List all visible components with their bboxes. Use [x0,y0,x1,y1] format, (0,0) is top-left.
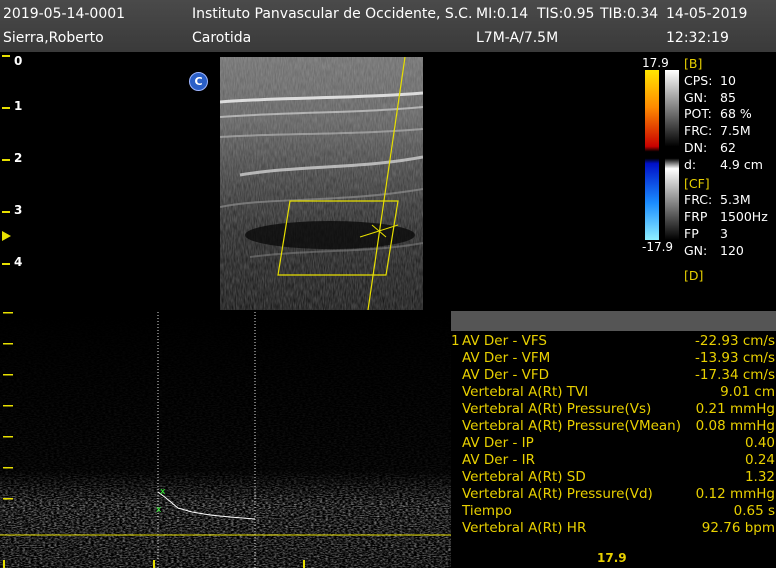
color-velocity-bar [645,70,659,240]
measurement-header-strip [451,311,776,331]
tib-value: TIB:0.34 [600,6,659,22]
bmode-image[interactable] [220,57,423,310]
param-key: POT: [684,106,712,122]
gray-scale-bar [665,70,679,240]
measurement-label: AV Der - VFD [462,367,549,383]
measurement-row: AV Der - IR 0.24 [449,452,776,469]
parameter-panel: [B] CPS: 10 GN: 85 POT: 68 % FRC: 7.5M DN: 62… [684,56,768,284]
param-key: FRP [684,209,708,225]
colorbar-min: -17.9 [642,240,674,254]
measurement-value: 0.40 [744,435,775,451]
measurement-row: Vertebral A(Rt) Pressure(Vd) 0.12 mmHg [449,486,776,503]
measurement-value: -17.34 cm/s [695,367,775,383]
param-value: 1500Hz [720,209,768,225]
measurement-results: 1 AV Der - VFS -22.93 cm/s AV Der - VFM -13… [449,333,776,537]
measurement-row: Vertebral A(Rt) TVI 9.01 cm [449,384,776,401]
measurement-label: Vertebral A(Rt) Pressure(Vd) [462,486,653,502]
colorbar-max: 17.9 [642,56,669,70]
depth-tick [2,263,10,265]
param-value: 120 [720,242,744,258]
mi-value: MI:0.14 [476,6,529,22]
depth-label: 2 [14,151,23,165]
patient-id: 2019-05-14-0001 [3,6,126,22]
param-value: 85 [720,89,736,105]
measurement-row: Vertebral A(Rt) Pressure(VMean) 0.08 mmHg [449,418,776,435]
depth-tick [2,211,10,213]
param-value: 7.5M [720,123,751,139]
depth-label: 0 [14,54,23,68]
param-key: FRC: [684,123,713,139]
param-value: 5.3M [720,192,751,208]
spectral-scale-value: 17.9 [597,551,627,565]
measurement-value: 0.08 mmHg [695,418,775,434]
measurement-value: 0.65 s [733,503,775,519]
param-key: DN: [684,139,708,155]
depth-label: 3 [14,203,23,217]
param-value: 3 [720,225,728,241]
cf-mode-section: [CF] [684,175,710,191]
param-key: d: [684,156,697,172]
param-key: GN: [684,242,708,258]
depth-label: 4 [14,255,23,269]
measurement-label: Tiempo [462,503,512,519]
param-key: FRC: [684,192,713,208]
param-key: FP [684,225,699,241]
measurement-value: 1.32 [744,469,775,485]
measurement-label: Vertebral A(Rt) Pressure(Vs) [462,401,652,417]
d-mode-section: [D] [684,267,704,283]
param-value: 4.9 cm [720,156,763,172]
measurement-row: AV Der - VFM -13.93 cm/s [449,350,776,367]
measurement-label: AV Der - IP [462,435,534,451]
measurement-label: Vertebral A(Rt) HR [462,520,587,536]
measurement-label: Vertebral A(Rt) Pressure(VMean) [462,418,682,434]
measurement-label: AV Der - VFM [462,350,551,366]
measurement-value: 9.01 cm [720,384,775,400]
exam-date: 14-05-2019 [666,6,748,22]
institution-name: Instituto Panvascular de Occidente, S.C. [192,6,473,22]
header-bar: 2019-05-14-0001 Instituto Panvascular de… [0,0,776,52]
depth-scale: 0 1 2 3 4 [0,52,30,312]
svg-text:x: x [160,487,166,497]
measurement-row: Vertebral A(Rt) SD 1.32 [449,469,776,486]
measurement-row: Tiempo 0.65 s [449,503,776,520]
param-key: GN: [684,89,708,105]
measurement-label: Vertebral A(Rt) SD [462,469,586,485]
param-key: CPS: [684,72,713,88]
measurement-row: AV Der - VFD -17.34 cm/s [449,367,776,384]
depth-label: 1 [14,99,23,113]
measurement-label: Vertebral A(Rt) TVI [462,384,589,400]
measurement-row: Vertebral A(Rt) Pressure(Vs) 0.21 mmHg [449,401,776,418]
exam-time: 12:32:19 [666,30,729,46]
patient-name: Sierra,Roberto [3,30,104,46]
b-mode-section: [B] [684,56,703,71]
exam-type: Carotida [192,30,252,46]
depth-tick [2,107,10,109]
probe-info: L7M-A/7.5M [476,30,559,46]
measurement-label: AV Der - VFS [462,333,547,349]
depth-tick [2,55,10,57]
measurement-index: 1 [451,333,460,349]
spectral-doppler-trace[interactable]: x x [0,312,451,568]
measurement-row: AV Der - IP 0.40 [449,435,776,452]
param-value: 10 [720,72,736,88]
param-value: 68 % [720,106,752,122]
svg-text:x: x [156,505,162,515]
measurement-value: -22.93 cm/s [695,333,775,349]
depth-tick [2,159,10,161]
focus-marker-icon[interactable] [2,231,11,241]
tis-value: TIS:0.95 [537,6,595,22]
measurement-value: -13.93 cm/s [695,350,775,366]
measurement-row: 1 AV Der - VFS -22.93 cm/s [449,333,776,350]
color-mode-badge: C [189,72,208,91]
measurement-value: 92.76 bpm [701,520,775,536]
measurement-value: 0.21 mmHg [695,401,775,417]
param-value: 62 [720,139,736,155]
measurement-value: 0.12 mmHg [695,486,775,502]
measurement-value: 0.24 [744,452,775,468]
measurement-label: AV Der - IR [462,452,535,468]
measurement-row: Vertebral A(Rt) HR 92.76 bpm [449,520,776,537]
